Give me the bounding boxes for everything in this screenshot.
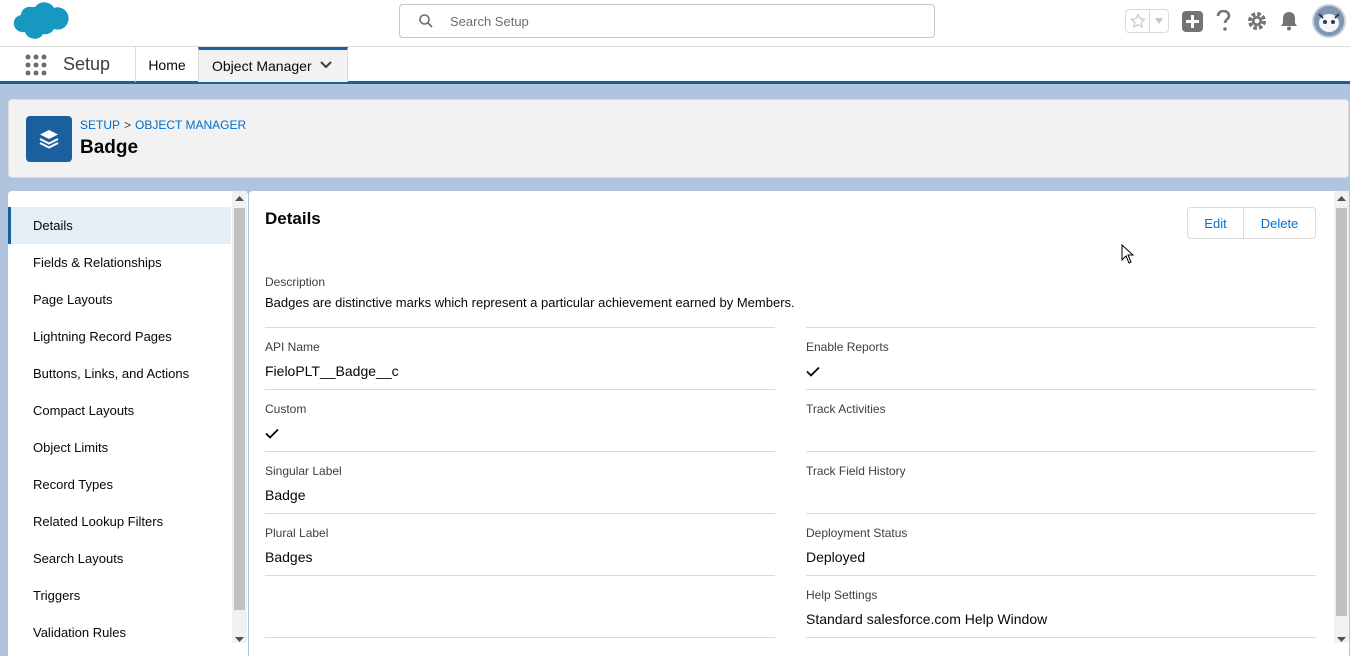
details-left-column: API Name FieloPLT__Badge__c Custom Singu… xyxy=(265,327,775,638)
divider xyxy=(806,637,1316,638)
details-heading: Details xyxy=(265,209,321,228)
field-value: FieloPLT__Badge__c xyxy=(265,363,399,379)
object-left-nav: Details Fields & Relationships Page Layo… xyxy=(8,207,231,651)
nav-item-details[interactable]: Details xyxy=(8,207,231,244)
field-track-activities: Track Activities xyxy=(806,389,1316,451)
field-label: Singular Label xyxy=(265,464,342,478)
field-value: Badge xyxy=(265,487,306,503)
field-enable-reports: Enable Reports xyxy=(806,327,1316,389)
scrollbar-thumb[interactable] xyxy=(234,208,245,610)
field-label: Plural Label xyxy=(265,526,329,540)
field-label: Custom xyxy=(265,402,307,416)
notifications-bell-icon[interactable] xyxy=(1278,10,1300,32)
left-nav-scrollbar[interactable] xyxy=(232,191,247,643)
field-custom: Custom xyxy=(265,389,775,451)
global-actions-add-icon[interactable] xyxy=(1181,10,1203,32)
field-empty xyxy=(265,575,775,637)
scroll-up-arrow-icon[interactable] xyxy=(235,195,244,201)
field-deployment-status: Deployment Status Deployed xyxy=(806,513,1316,575)
nav-item-fields-relationships[interactable]: Fields & Relationships xyxy=(8,244,231,281)
nav-item-object-limits[interactable]: Object Limits xyxy=(8,429,231,466)
delete-button[interactable]: Delete xyxy=(1244,208,1315,238)
details-right-column: Enable Reports Track Activities Track Fi… xyxy=(806,327,1316,638)
description-value: Badges are distinctive marks which repre… xyxy=(265,295,795,310)
nav-item-record-types[interactable]: Record Types xyxy=(8,466,231,503)
scrollbar-thumb[interactable] xyxy=(1336,208,1347,616)
field-help-settings: Help Settings Standard salesforce.com He… xyxy=(806,575,1316,637)
nav-item-related-lookup-filters[interactable]: Related Lookup Filters xyxy=(8,503,231,540)
mouse-cursor-icon xyxy=(1121,244,1135,264)
nav-item-triggers[interactable]: Triggers xyxy=(8,577,231,614)
nav-item-compact-layouts[interactable]: Compact Layouts xyxy=(8,392,231,429)
scroll-down-arrow-icon[interactable] xyxy=(1337,637,1346,643)
help-icon[interactable] xyxy=(1212,10,1234,32)
page-title: Badge xyxy=(80,137,139,158)
breadcrumb-setup[interactable]: SETUP xyxy=(80,118,120,132)
search-icon xyxy=(419,14,433,28)
nav-item-search-layouts[interactable]: Search Layouts xyxy=(8,540,231,577)
user-avatar[interactable] xyxy=(1312,4,1346,38)
nav-item-buttons-links-actions[interactable]: Buttons, Links, and Actions xyxy=(8,355,231,392)
field-singular-label: Singular Label Badge xyxy=(265,451,775,513)
field-label: API Name xyxy=(265,340,320,354)
tab-object-manager-label: Object Manager xyxy=(212,58,312,74)
nav-item-lightning-record-pages[interactable]: Lightning Record Pages xyxy=(8,318,231,355)
field-track-field-history: Track Field History xyxy=(806,451,1316,513)
global-header xyxy=(0,0,1350,47)
favorites-dropdown-icon[interactable] xyxy=(1150,10,1168,32)
details-scrollbar[interactable] xyxy=(1334,191,1349,643)
field-label: Track Activities xyxy=(806,402,886,416)
field-label: Help Settings xyxy=(806,588,878,602)
nav-item-page-layouts[interactable]: Page Layouts xyxy=(8,281,231,318)
description-label: Description xyxy=(265,275,326,289)
field-label: Track Field History xyxy=(806,464,906,478)
field-label: Enable Reports xyxy=(806,340,889,354)
divider xyxy=(265,637,775,638)
salesforce-logo-icon[interactable] xyxy=(11,1,71,43)
details-panel: Details Edit Delete Description Badges a… xyxy=(249,191,1349,656)
field-value: Standard salesforce.com Help Window xyxy=(806,611,1048,627)
favorite-star-icon[interactable] xyxy=(1126,10,1150,32)
search-input[interactable] xyxy=(450,11,920,31)
tab-object-manager[interactable]: Object Manager xyxy=(198,47,348,82)
search-box[interactable] xyxy=(399,4,935,38)
breadcrumb: SETUP > OBJECT MANAGER xyxy=(80,118,246,132)
context-bar: Setup Home Object Manager xyxy=(0,47,1350,84)
checkmark-icon xyxy=(265,428,279,439)
app-launcher-icon[interactable] xyxy=(24,53,48,77)
checkmark-icon xyxy=(806,366,820,377)
object-left-nav-panel: Details Fields & Relationships Page Layo… xyxy=(8,191,248,656)
favorites-group[interactable] xyxy=(1125,9,1169,33)
tab-home[interactable]: Home xyxy=(135,47,198,82)
details-button-group: Edit Delete xyxy=(1187,207,1316,239)
field-api-name: API Name FieloPLT__Badge__c xyxy=(265,327,775,389)
breadcrumb-separator: > xyxy=(124,118,132,132)
edit-button[interactable]: Edit xyxy=(1188,208,1244,238)
field-value: Badges xyxy=(265,549,313,565)
app-name: Setup xyxy=(63,54,111,74)
scroll-down-arrow-icon[interactable] xyxy=(235,637,244,643)
scroll-up-arrow-icon[interactable] xyxy=(1337,195,1346,201)
chevron-down-icon[interactable] xyxy=(319,58,333,72)
object-page-header: SETUP > OBJECT MANAGER Badge xyxy=(8,99,1349,178)
setup-gear-icon[interactable] xyxy=(1246,10,1268,32)
object-layers-icon xyxy=(26,116,72,162)
field-value: Deployed xyxy=(806,549,866,565)
field-plural-label: Plural Label Badges xyxy=(265,513,775,575)
field-label: Deployment Status xyxy=(806,526,908,540)
nav-item-validation-rules[interactable]: Validation Rules xyxy=(8,614,231,651)
breadcrumb-object-manager[interactable]: OBJECT MANAGER xyxy=(135,118,246,132)
